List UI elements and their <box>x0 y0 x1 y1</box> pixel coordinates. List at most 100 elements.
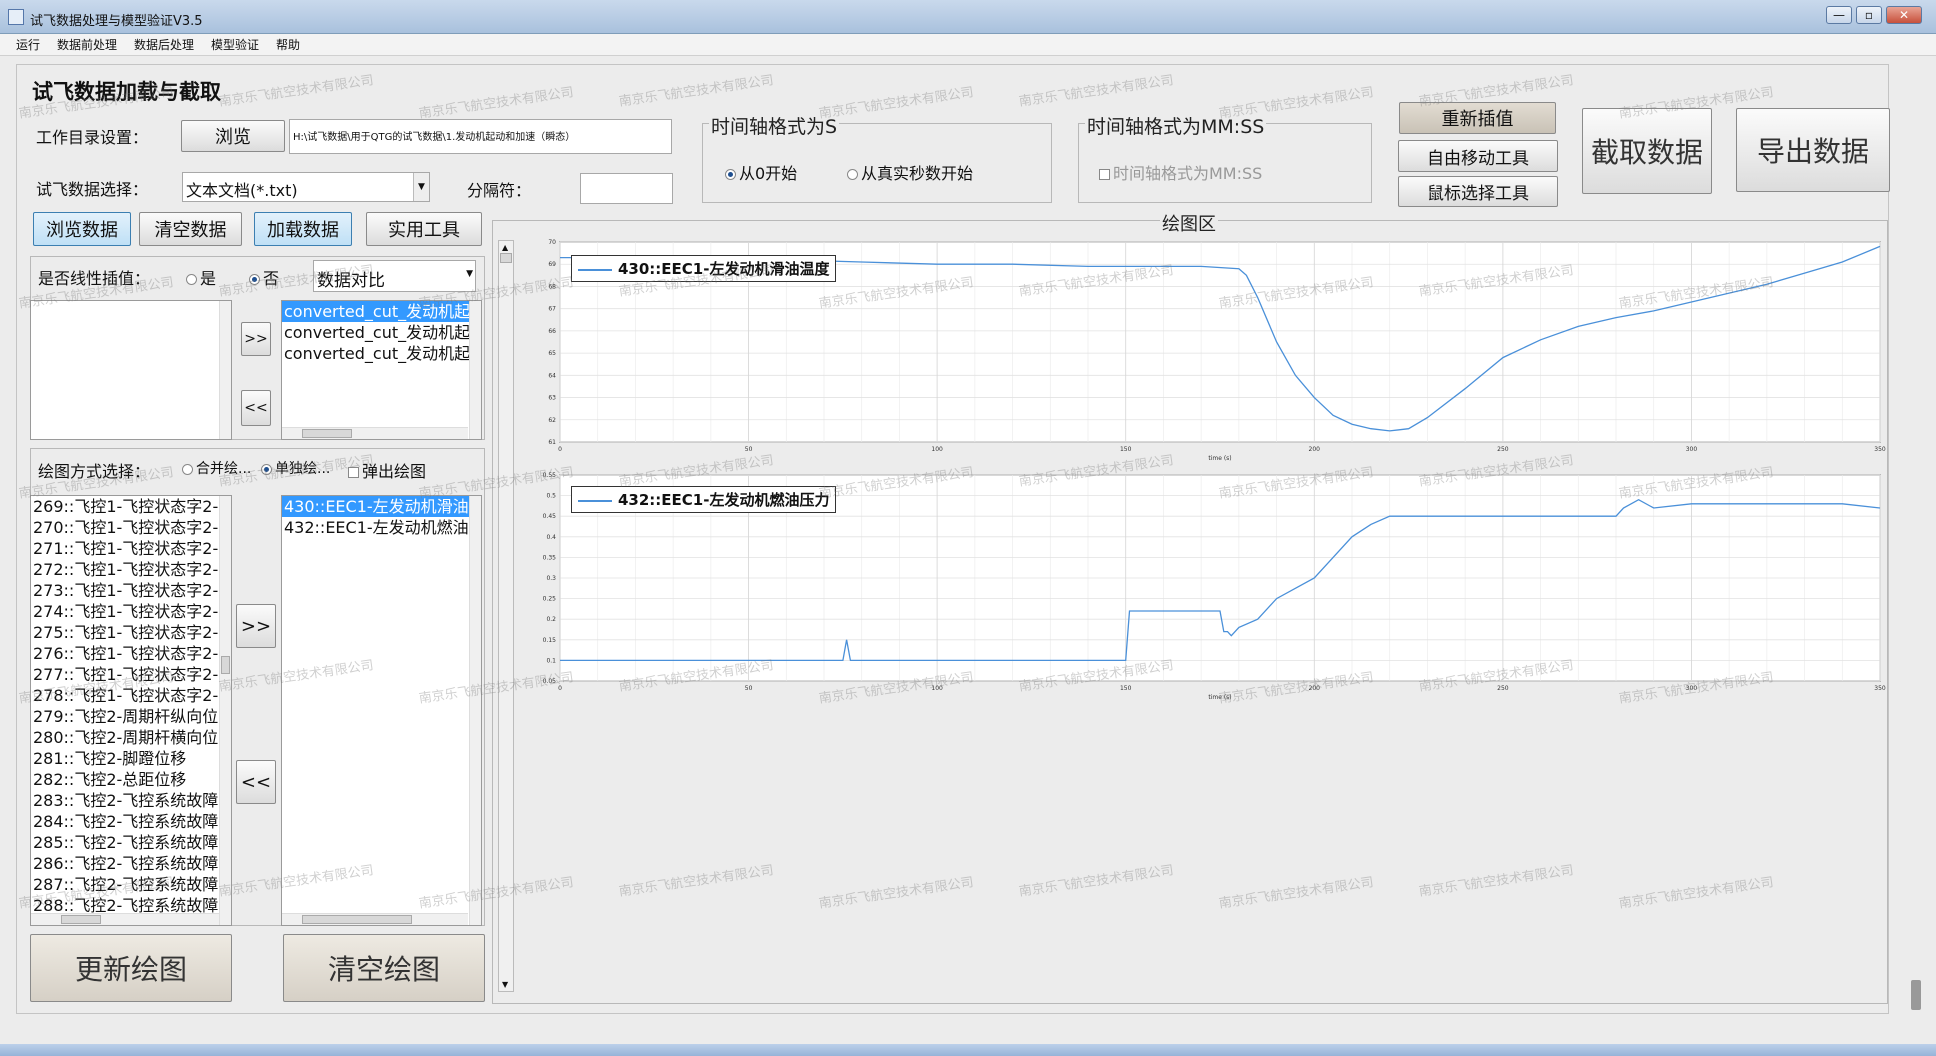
list-item[interactable]: 278::飞控1-飞控状态字2- <box>31 685 231 706</box>
minimize-button[interactable]: — <box>1826 6 1852 24</box>
title-bar: 试飞数据处理与模型验证V3.5 — ▫ ✕ <box>0 0 1936 34</box>
selected-param-list[interactable]: 430::EEC1-左发动机滑油温度 432::EEC1-左发动机燃油压力 <box>281 495 482 926</box>
menu-preprocess[interactable]: 数据前处理 <box>57 36 117 53</box>
window-scroll-thumb[interactable] <box>1911 980 1921 1010</box>
arrow-down-icon[interactable]: ▼ <box>502 980 508 989</box>
scrollbar[interactable] <box>219 496 231 925</box>
scroll-thumb[interactable] <box>221 656 230 674</box>
radio-on-icon[interactable] <box>725 169 736 180</box>
list-item[interactable]: 285::飞控2-飞控系统故障 <box>31 832 231 853</box>
interp-no[interactable]: 否 <box>249 265 279 289</box>
list-item[interactable]: 274::飞控1-飞控状态字2- <box>31 601 231 622</box>
list-item[interactable]: 432::EEC1-左发动机燃油压力 <box>282 517 481 538</box>
list-item[interactable]: 277::飞控1-飞控状态字2- <box>31 664 231 685</box>
radio-from-zero[interactable]: 从0开始 <box>725 160 797 184</box>
plot-scrollbar[interactable]: ▲ ▼ <box>498 240 514 992</box>
scrollbar[interactable] <box>219 301 231 439</box>
menu-postprocess[interactable]: 数据后处理 <box>134 36 194 53</box>
checkbox-icon[interactable] <box>348 467 359 478</box>
file-type-select[interactable]: 文本文档(*.txt) ▼ <box>182 172 430 202</box>
list-item[interactable]: 287::飞控2-飞控系统故障 <box>31 874 231 895</box>
list-item[interactable]: converted_cut_发动机起动 <box>282 301 481 322</box>
radio-on-icon[interactable] <box>249 274 260 285</box>
chevron-down-icon[interactable]: ▼ <box>413 173 429 201</box>
selected-file-list[interactable]: converted_cut_发动机起动 converted_cut_发动机起动 … <box>281 300 482 440</box>
reinterp-button[interactable]: 重新插值 <box>1399 102 1556 134</box>
move-file-right-button[interactable]: >> <box>241 322 271 356</box>
list-item[interactable]: 275::飞控1-飞控状态字2- <box>31 622 231 643</box>
browse-data-button[interactable]: 浏览数据 <box>33 212 131 246</box>
clear-data-button[interactable]: 清空数据 <box>139 212 242 246</box>
radio-off-icon[interactable] <box>847 169 858 180</box>
cut-data-button[interactable]: 截取数据 <box>1582 108 1712 194</box>
interp-yes[interactable]: 是 <box>186 265 216 289</box>
radio-from-real-label: 从真实秒数开始 <box>861 164 974 183</box>
menu-run[interactable]: 运行 <box>16 36 40 53</box>
scrollbar[interactable] <box>469 301 481 439</box>
remove-param-button[interactable]: << <box>236 760 276 804</box>
load-data-button[interactable]: 加载数据 <box>254 212 352 246</box>
draw-single[interactable]: 单独绘... <box>261 458 330 478</box>
close-button[interactable]: ✕ <box>1886 6 1922 24</box>
separator-input[interactable] <box>580 173 673 204</box>
list-item[interactable]: 282::飞控2-总距位移 <box>31 769 231 790</box>
list-item[interactable]: 273::飞控1-飞控状态字2- <box>31 580 231 601</box>
scroll-thumb[interactable] <box>61 915 101 924</box>
y-tick-label: 0.25 <box>543 596 557 603</box>
mouse-select-tool-button[interactable]: 鼠标选择工具 <box>1398 176 1558 207</box>
list-item[interactable]: 269::飞控1-飞控状态字2- <box>31 496 231 517</box>
compare-select[interactable]: 数据对比 ▼ <box>313 260 476 292</box>
list-item[interactable]: 270::飞控1-飞控状态字2- <box>31 517 231 538</box>
list-item[interactable]: 281::飞控2-脚蹬位移 <box>31 748 231 769</box>
checkbox-icon[interactable] <box>1099 169 1110 180</box>
scrollbar[interactable] <box>282 427 468 439</box>
scrollbar[interactable] <box>469 496 481 925</box>
param-list[interactable]: 269::飞控1-飞控状态字2- 270::飞控1-飞控状态字2- 271::飞控1… <box>30 495 232 926</box>
source-file-list[interactable] <box>30 300 232 440</box>
draw-merge[interactable]: 合并绘... <box>182 458 251 478</box>
menu-help[interactable]: 帮助 <box>276 36 300 53</box>
scroll-thumb[interactable] <box>500 253 512 263</box>
popup-plot-checkbox[interactable]: 弹出绘图 <box>348 458 426 482</box>
free-move-tool-button[interactable]: 自由移动工具 <box>1398 140 1558 172</box>
workdir-input[interactable]: H:\试飞数据\用于QTG的试飞数据\1.发动机起动和加速（瞬态） <box>289 119 672 154</box>
list-item[interactable]: 276::飞控1-飞控状态字2- <box>31 643 231 664</box>
list-item[interactable]: 272::飞控1-飞控状态字2- <box>31 559 231 580</box>
legend-fuel-pressure: 432::EEC1-左发动机燃油压力 <box>571 486 837 513</box>
list-item[interactable]: converted_cut_发动机起动 <box>282 343 481 364</box>
plot-canvas[interactable]: 61 62 63 64 65 66 67 68 69 70 0 50 100 150 200 250 300 35… <box>530 230 1890 710</box>
scroll-thumb[interactable] <box>302 915 412 924</box>
update-plot-button[interactable]: 更新绘图 <box>30 934 232 1002</box>
add-param-button[interactable]: >> <box>236 604 276 648</box>
utility-button[interactable]: 实用工具 <box>366 212 482 246</box>
x-tick-label: 50 <box>745 446 753 453</box>
list-item[interactable]: 280::飞控2-周期杆横向位 <box>31 727 231 748</box>
export-data-button[interactable]: 导出数据 <box>1736 108 1890 192</box>
browse-dir-button[interactable]: 浏览 <box>181 120 285 152</box>
scrollbar[interactable] <box>31 913 219 925</box>
x-tick-label: 200 <box>1309 446 1321 453</box>
scroll-thumb[interactable] <box>302 429 352 438</box>
radio-off-icon[interactable] <box>182 463 193 475</box>
menu-model-validation[interactable]: 模型验证 <box>211 36 259 53</box>
radio-from-real[interactable]: 从真实秒数开始 <box>847 160 973 184</box>
list-item[interactable]: 430::EEC1-左发动机滑油温度 <box>282 496 481 517</box>
radio-off-icon[interactable] <box>186 274 197 285</box>
list-item[interactable]: 284::飞控2-飞控系统故障 <box>31 811 231 832</box>
list-item[interactable]: 283::飞控2-飞控系统故障 <box>31 790 231 811</box>
y-tick-label: 61 <box>548 439 556 446</box>
list-item[interactable]: 271::飞控1-飞控状态字2- <box>31 538 231 559</box>
taskbar <box>0 1044 1936 1056</box>
mmss-checkbox[interactable]: 时间轴格式为MM:SS <box>1099 160 1262 184</box>
scrollbar[interactable] <box>282 913 468 925</box>
radio-on-icon[interactable] <box>261 463 272 475</box>
clear-plot-button[interactable]: 清空绘图 <box>283 934 485 1002</box>
interp-label: 是否线性插值： <box>38 269 151 288</box>
maximize-button[interactable]: ▫ <box>1856 6 1882 24</box>
move-file-left-button[interactable]: << <box>241 390 271 426</box>
arrow-up-icon[interactable]: ▲ <box>502 243 508 252</box>
list-item[interactable]: 286::飞控2-飞控系统故障 <box>31 853 231 874</box>
list-item[interactable]: 279::飞控2-周期杆纵向位 <box>31 706 231 727</box>
list-item[interactable]: converted_cut_发动机起动 <box>282 322 481 343</box>
chevron-down-icon[interactable]: ▼ <box>466 269 473 279</box>
